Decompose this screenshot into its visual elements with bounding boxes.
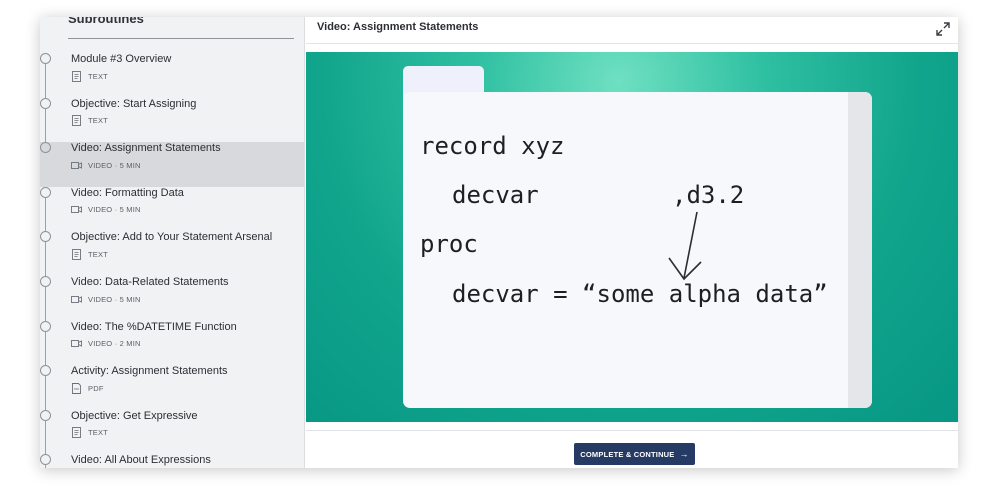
lesson-footer: COMPLETE & CONTINUE → xyxy=(306,430,958,468)
lesson-item-type: TEXT xyxy=(88,428,108,438)
lesson-item-type: VIDEO · 5 MIN xyxy=(88,205,141,215)
sidebar-lesson-item[interactable]: Video: The %DATETIME Function VIDEO · 2 M… xyxy=(40,320,304,366)
text-doc-icon xyxy=(71,70,82,82)
progress-circle-icon xyxy=(40,186,51,198)
lesson-item-meta: PDF xyxy=(71,382,104,394)
lesson-item-title: Objective: Add to Your Statement Arsenal xyxy=(71,231,273,244)
sidebar-lesson-item[interactable]: Video: Data-Related Statements VIDEO · 5 … xyxy=(40,276,304,321)
lesson-item-title: Objective: Get Expressive xyxy=(71,409,198,422)
progress-circle-icon xyxy=(40,97,51,109)
lesson-item-title: Module #3 Overview xyxy=(71,53,172,65)
lesson-item-meta: TEXT xyxy=(71,115,108,127)
progress-circle-icon xyxy=(40,365,51,377)
lesson-item-type: VIDEO · 2 MIN xyxy=(88,339,141,349)
lesson-item-title: Video: All About Expressions xyxy=(71,454,211,467)
sidebar-lesson-item[interactable]: Module #3 Overview TEXT xyxy=(40,53,304,98)
sidebar-lesson-item[interactable]: Video: Formatting Data VIDEO · 5 MIN xyxy=(40,186,304,232)
sidebar-lesson-item[interactable]: Video: Assignment Statements VIDEO · 5 MI… xyxy=(40,142,304,188)
lesson-header: Video: Assignment Statements xyxy=(306,17,958,44)
lesson-item-title: Objective: Start Assigning xyxy=(71,97,197,110)
sidebar-lesson-item[interactable]: Activity: Assignment Statements PDF xyxy=(40,365,304,410)
text-doc-icon xyxy=(71,115,82,127)
course-player-window: Subroutines Module #3 Overview TEXT Object… xyxy=(40,17,958,468)
lesson-item-title: Activity: Assignment Statements xyxy=(71,365,228,378)
progress-circle-icon xyxy=(40,454,51,466)
lesson-item-meta: TEXT xyxy=(71,248,108,260)
lesson-content: Video: Assignment Statements record xyz … xyxy=(306,17,958,468)
lesson-item-meta: TEXT xyxy=(71,70,108,82)
lesson-item-meta: VIDEO · 2 MIN xyxy=(71,338,141,350)
video-camera-icon xyxy=(71,294,82,305)
arrow-right-icon: → xyxy=(679,449,689,459)
expand-icon[interactable] xyxy=(936,22,950,36)
complete-continue-button[interactable]: COMPLETE & CONTINUE → xyxy=(574,443,695,465)
text-doc-icon xyxy=(71,427,82,439)
lesson-item-meta: VIDEO · 5 MIN xyxy=(71,293,141,305)
progress-circle-icon xyxy=(40,409,51,421)
lesson-item-type: TEXT xyxy=(88,249,108,259)
lesson-item-title: Video: The %DATETIME Function xyxy=(71,320,237,333)
progress-circle-icon xyxy=(40,231,51,243)
progress-circle-icon xyxy=(40,276,51,287)
sidebar-lesson-item[interactable]: Objective: Add to Your Statement Arsenal… xyxy=(40,231,304,276)
lesson-title: Video: Assignment Statements xyxy=(317,21,479,33)
pdf-doc-icon xyxy=(71,382,82,394)
lesson-item-meta: VIDEO · 5 MIN xyxy=(71,204,141,216)
sidebar-lesson-item[interactable]: Objective: Start Assigning TEXT xyxy=(40,97,304,143)
progress-circle-icon xyxy=(40,53,51,64)
progress-circle-icon xyxy=(40,142,51,154)
lesson-item-type: VIDEO · 5 MIN xyxy=(88,160,141,170)
lesson-item-meta: VIDEO · 5 MIN xyxy=(71,159,141,171)
lesson-item-title: Video: Assignment Statements xyxy=(71,142,221,155)
video-player[interactable]: record xyz decvar ,d3.2 proc decvar = “s… xyxy=(306,52,958,422)
lesson-item-type: TEXT xyxy=(88,116,108,126)
text-doc-icon xyxy=(71,248,82,260)
lesson-item-type: PDF xyxy=(88,383,104,393)
video-camera-icon xyxy=(71,338,82,349)
curriculum-sidebar: Subroutines Module #3 Overview TEXT Object… xyxy=(40,17,305,468)
complete-button-label: COMPLETE & CONTINUE xyxy=(580,449,675,459)
progress-circle-icon xyxy=(40,320,51,332)
lesson-item-title: Video: Formatting Data xyxy=(71,186,184,199)
sidebar-lesson-item[interactable]: Objective: Get Expressive TEXT xyxy=(40,409,304,455)
handdrawn-arrow xyxy=(668,211,702,281)
section-title: Subroutines xyxy=(68,17,294,39)
lesson-item-type: VIDEO · 5 MIN xyxy=(88,294,141,304)
lesson-item-meta: TEXT xyxy=(71,427,108,439)
video-camera-icon xyxy=(71,160,82,171)
sidebar-lesson-item[interactable]: Video: All About Expressions xyxy=(40,454,304,468)
video-camera-icon xyxy=(71,204,82,215)
lesson-item-type: TEXT xyxy=(88,71,108,81)
lesson-item-title: Video: Data-Related Statements xyxy=(71,276,229,288)
code-card: record xyz decvar ,d3.2 proc decvar = “s… xyxy=(403,92,872,408)
